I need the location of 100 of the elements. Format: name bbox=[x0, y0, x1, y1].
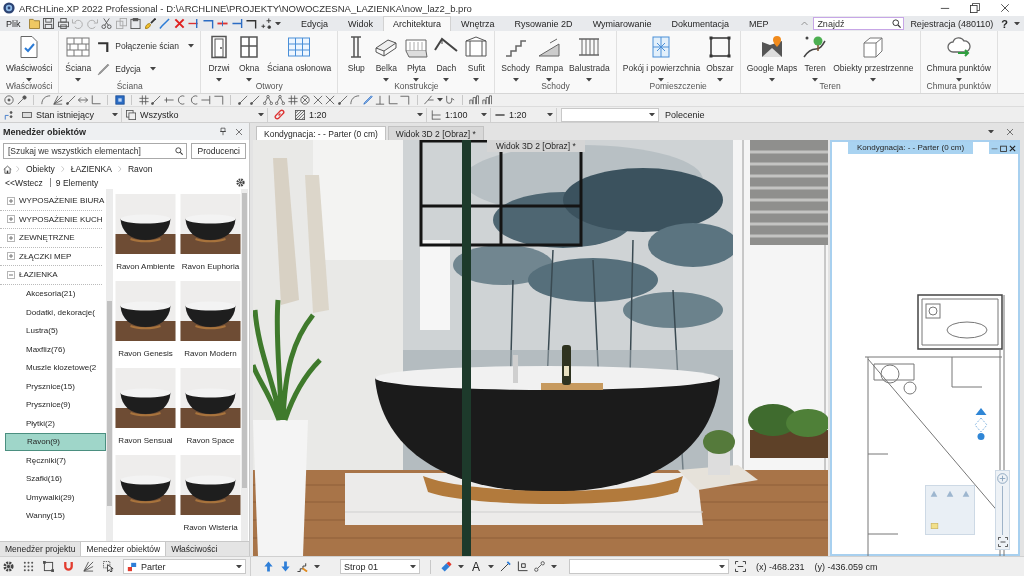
line-icon[interactable] bbox=[337, 95, 348, 105]
corner-icon[interactable] bbox=[246, 18, 257, 29]
bathtub-drawing[interactable] bbox=[180, 455, 241, 515]
pick-tool-icon[interactable] bbox=[4, 109, 14, 120]
line-icon[interactable] bbox=[250, 95, 260, 105]
ribbon-tab[interactable]: Edycja bbox=[291, 16, 339, 31]
phase-dropdown[interactable]: Stan istniejący bbox=[18, 107, 122, 122]
arrow-up-icon[interactable] bbox=[263, 561, 274, 572]
line-icon[interactable] bbox=[237, 95, 248, 105]
view-direction-icon[interactable] bbox=[974, 408, 988, 440]
tree-item[interactable]: Ravon(9) bbox=[5, 432, 106, 451]
bathtub-drawing[interactable] bbox=[180, 368, 241, 428]
folder-icon[interactable] bbox=[28, 18, 40, 29]
ribbon-button[interactable]: Rampa bbox=[533, 35, 566, 79]
hash-grid-icon[interactable] bbox=[138, 95, 149, 105]
ribbon-button[interactable]: Słup bbox=[342, 35, 371, 79]
bar-steps-icon[interactable] bbox=[481, 95, 492, 105]
add-tool-icon[interactable] bbox=[260, 18, 272, 29]
file-menu[interactable]: Plik bbox=[0, 16, 29, 31]
expand-icon[interactable] bbox=[7, 252, 15, 261]
panel-tab[interactable]: Menedżer projektu bbox=[0, 542, 81, 556]
text-tool-button[interactable]: A bbox=[470, 560, 482, 573]
expand-icon[interactable] bbox=[7, 233, 15, 242]
circle-cross-icon[interactable] bbox=[300, 95, 310, 105]
ribbon-button[interactable]: Google Maps bbox=[744, 35, 800, 79]
line-scale-dropdown[interactable]: 1:20 bbox=[491, 107, 557, 122]
settings-icon[interactable] bbox=[3, 561, 14, 572]
search-field[interactable]: [Szukaj we wszystkich elementach] bbox=[3, 143, 188, 159]
bathtub-drawing[interactable] bbox=[180, 194, 241, 254]
search-field[interactable]: Znajdź bbox=[813, 17, 905, 30]
ribbon-tab[interactable]: Architektura bbox=[383, 16, 452, 31]
ribbon-button[interactable]: Schody bbox=[499, 35, 532, 79]
window-title-tab[interactable]: Widok 3D 2 [Obraz] * bbox=[487, 140, 585, 152]
node-tree-icon[interactable] bbox=[262, 95, 273, 105]
stair-tool-icon[interactable] bbox=[297, 561, 308, 572]
ribbon-tab[interactable]: Wnętrza bbox=[451, 16, 505, 31]
pipette-icon[interactable] bbox=[159, 18, 170, 29]
tree-item[interactable]: Wanny(15) bbox=[0, 506, 106, 525]
pin-icon[interactable] bbox=[219, 127, 227, 136]
panel-tab[interactable]: Właściwości bbox=[166, 542, 223, 556]
arc-icon[interactable] bbox=[40, 95, 51, 105]
tree-item[interactable]: Ręczniki(7) bbox=[0, 451, 106, 470]
caret-icon[interactable] bbox=[314, 564, 320, 569]
bar-steps-icon[interactable] bbox=[469, 95, 479, 105]
document-tab[interactable]: Widok 3D 2 [Obraz] * bbox=[387, 126, 484, 140]
angle-icon[interactable] bbox=[517, 561, 528, 572]
ribbon-button[interactable]: Drzwi bbox=[205, 35, 234, 79]
tree-item[interactable]: Akcesoria(21) bbox=[0, 284, 106, 303]
scroll-thumb[interactable] bbox=[107, 301, 112, 506]
hash-grid-icon[interactable] bbox=[287, 95, 298, 105]
ribbon-tab[interactable]: Rysowanie 2D bbox=[504, 16, 583, 31]
grid-icon[interactable] bbox=[23, 561, 34, 572]
cross-icon[interactable] bbox=[173, 18, 185, 29]
bathtub-drawing[interactable] bbox=[115, 281, 176, 341]
slab-dropdown[interactable]: Strop 01 bbox=[340, 559, 420, 574]
magnet-icon[interactable] bbox=[63, 561, 74, 572]
point-icon[interactable] bbox=[16, 95, 27, 105]
tree-item[interactable]: WYPOSAŻENIE KUCH bbox=[0, 210, 102, 229]
link-icon[interactable] bbox=[274, 109, 285, 120]
ribbon-button[interactable]: Teren bbox=[801, 35, 830, 79]
caret-icon[interactable] bbox=[1014, 21, 1020, 26]
caret-icon[interactable] bbox=[488, 564, 494, 569]
settings-icon[interactable] bbox=[236, 178, 245, 187]
input-field[interactable] bbox=[569, 559, 729, 574]
scale-dropdown[interactable]: 1:100 bbox=[427, 107, 491, 122]
ribbon-button[interactable]: Okna bbox=[235, 35, 264, 79]
arc-icon[interactable] bbox=[350, 95, 360, 105]
scroll-thumb[interactable] bbox=[242, 193, 247, 488]
expand-icon[interactable] bbox=[7, 196, 15, 205]
ribbon-tab[interactable]: MEP bbox=[739, 16, 779, 31]
producers-button[interactable]: Producenci bbox=[191, 143, 246, 159]
fit-view-icon[interactable] bbox=[735, 561, 746, 572]
bathtub-drawing[interactable] bbox=[115, 455, 176, 515]
caret-icon[interactable] bbox=[551, 564, 557, 569]
tree-item[interactable]: ZŁĄCZKI MEP bbox=[0, 247, 102, 266]
input-field[interactable] bbox=[561, 107, 659, 122]
expand-icon[interactable] bbox=[7, 215, 15, 224]
line-icon[interactable] bbox=[65, 95, 76, 105]
breadcrumb-item[interactable]: ŁAZIENKA bbox=[68, 164, 114, 174]
caret-icon[interactable] bbox=[436, 98, 443, 102]
caret-icon[interactable] bbox=[988, 129, 994, 134]
print-icon[interactable] bbox=[57, 18, 69, 29]
cut-icon[interactable] bbox=[101, 18, 112, 29]
fan-lines-icon[interactable] bbox=[53, 95, 63, 105]
selection-icon[interactable] bbox=[43, 561, 54, 572]
ribbon-button[interactable]: Dach bbox=[432, 35, 461, 79]
line-icon[interactable] bbox=[151, 95, 161, 105]
tree-item[interactable]: Dodatki, dekoracje( bbox=[0, 303, 106, 322]
tree-item[interactable]: ŁAZIENKA bbox=[0, 266, 102, 285]
tree-item[interactable]: Muszle klozetowe(2 bbox=[0, 358, 106, 377]
pencil-line-icon[interactable] bbox=[500, 561, 511, 572]
tree-item[interactable]: Umywalki(29) bbox=[0, 488, 106, 507]
node-link-icon[interactable] bbox=[534, 561, 545, 572]
scrollbar[interactable] bbox=[106, 189, 113, 541]
fan-lines-icon[interactable] bbox=[83, 561, 94, 572]
tree-item[interactable]: Prysznice(9) bbox=[0, 395, 106, 414]
bathtub-drawing[interactable] bbox=[180, 281, 241, 341]
home-icon[interactable] bbox=[3, 164, 12, 174]
registration-link[interactable]: Rejestracja (480110) bbox=[908, 18, 996, 29]
wall-end-icon[interactable] bbox=[188, 18, 199, 29]
